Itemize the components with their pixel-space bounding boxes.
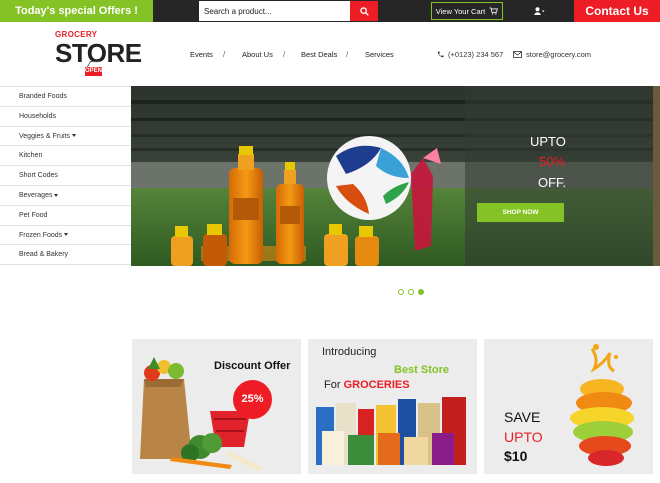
nav-separator: / bbox=[223, 50, 226, 59]
save-price-text: $10 bbox=[504, 448, 528, 464]
sidebar-item-frozen-foods[interactable]: Frozen Foods bbox=[0, 225, 131, 246]
user-menu-button[interactable] bbox=[532, 4, 546, 18]
sidebar-item-label: Kitchen bbox=[19, 152, 43, 160]
nav-best-deals[interactable]: Best Deals bbox=[301, 50, 337, 59]
email-info[interactable]: store@grocery.com bbox=[513, 50, 591, 59]
hero-banner bbox=[131, 86, 653, 266]
discount-offer-card[interactable]: Discount Offer 25% bbox=[132, 339, 301, 474]
phone-icon bbox=[437, 51, 444, 58]
save-offer-card[interactable]: SAVE UPTO $10 bbox=[484, 339, 653, 474]
cart-icon bbox=[489, 7, 499, 15]
caret-down-icon bbox=[64, 233, 69, 237]
promo-upto-text: UPTO bbox=[530, 134, 566, 149]
special-offers-link[interactable]: Today's special Offers ! bbox=[0, 0, 153, 22]
sidebar-item-veggies-fruits[interactable]: Veggies & Fruits bbox=[0, 126, 131, 147]
phone-number: (+0123) 234 567 bbox=[448, 50, 504, 59]
logo-open-sign: OPEN bbox=[85, 67, 103, 76]
phone-info: (+0123) 234 567 bbox=[437, 50, 503, 59]
page: Today's special Offers ! View Your Cart … bbox=[0, 0, 660, 483]
top-bar: Today's special Offers ! View Your Cart … bbox=[0, 0, 660, 22]
nav-about-us[interactable]: About Us bbox=[242, 50, 273, 59]
sidebar-item-label: Frozen Foods bbox=[19, 231, 63, 239]
discount-offer-title: Discount Offer bbox=[214, 360, 291, 372]
search-button[interactable] bbox=[350, 1, 378, 21]
contact-us-button[interactable]: Contact Us bbox=[574, 0, 660, 22]
sidebar-item-kitchen[interactable]: Kitchen bbox=[0, 146, 131, 167]
sidebar-item-label: Short Codes bbox=[19, 172, 58, 180]
caret-down-icon bbox=[54, 193, 59, 197]
promo-percent-text: 50% bbox=[539, 154, 566, 169]
sidebar-item-label: Beverages bbox=[19, 191, 53, 199]
slider-dot-3[interactable] bbox=[418, 289, 424, 295]
search-input[interactable] bbox=[199, 1, 350, 21]
save-text: SAVE bbox=[504, 409, 541, 425]
sidebar-item-bread-bakery[interactable]: Bread & Bakery bbox=[0, 245, 131, 266]
banner-edge bbox=[653, 86, 660, 266]
save-upto-text: UPTO bbox=[504, 429, 543, 445]
sidebar-item-label: Pet Food bbox=[19, 211, 48, 219]
nav-services[interactable]: Services bbox=[365, 50, 394, 59]
banner-image bbox=[131, 86, 653, 266]
shop-now-button[interactable]: SHOP NOW bbox=[477, 203, 564, 222]
nav-separator: / bbox=[346, 50, 349, 59]
sidebar-item-pet-food[interactable]: Pet Food bbox=[0, 205, 131, 226]
nav-events[interactable]: Events bbox=[190, 50, 213, 59]
best-store-card[interactable]: Introducing Best Store For GROCERIES bbox=[308, 339, 477, 474]
slider-dot-2[interactable] bbox=[408, 289, 414, 295]
view-cart-label: View Your Cart bbox=[435, 6, 486, 16]
category-sidebar: Branded Foods Households Veggies & Fruit… bbox=[0, 86, 131, 266]
sidebar-item-label: Households bbox=[19, 112, 56, 120]
user-icon bbox=[533, 7, 544, 15]
grocery-products-image bbox=[316, 397, 466, 465]
email-address: store@grocery.com bbox=[526, 50, 591, 59]
sidebar-item-label: Bread & Bakery bbox=[19, 251, 69, 259]
discount-badge: 25% bbox=[233, 380, 272, 419]
search-icon bbox=[359, 6, 369, 16]
sidebar-item-short-codes[interactable]: Short Codes bbox=[0, 166, 131, 186]
sidebar-item-beverages[interactable]: Beverages bbox=[0, 185, 131, 206]
mail-icon bbox=[513, 51, 522, 58]
view-cart-button[interactable]: View Your Cart bbox=[431, 2, 503, 20]
sidebar-item-label: Branded Foods bbox=[19, 93, 67, 100]
sidebar-item-branded-foods[interactable]: Branded Foods bbox=[0, 87, 131, 107]
caret-down-icon bbox=[71, 134, 76, 138]
sidebar-item-households[interactable]: Households bbox=[0, 106, 131, 127]
slider-dot-1[interactable] bbox=[398, 289, 404, 295]
promo-off-text: OFF. bbox=[538, 175, 567, 190]
sidebar-item-label: Veggies & Fruits bbox=[19, 132, 70, 140]
nav-separator: / bbox=[283, 50, 286, 59]
store-logo[interactable]: GROCERY STORE OPEN bbox=[55, 30, 145, 82]
